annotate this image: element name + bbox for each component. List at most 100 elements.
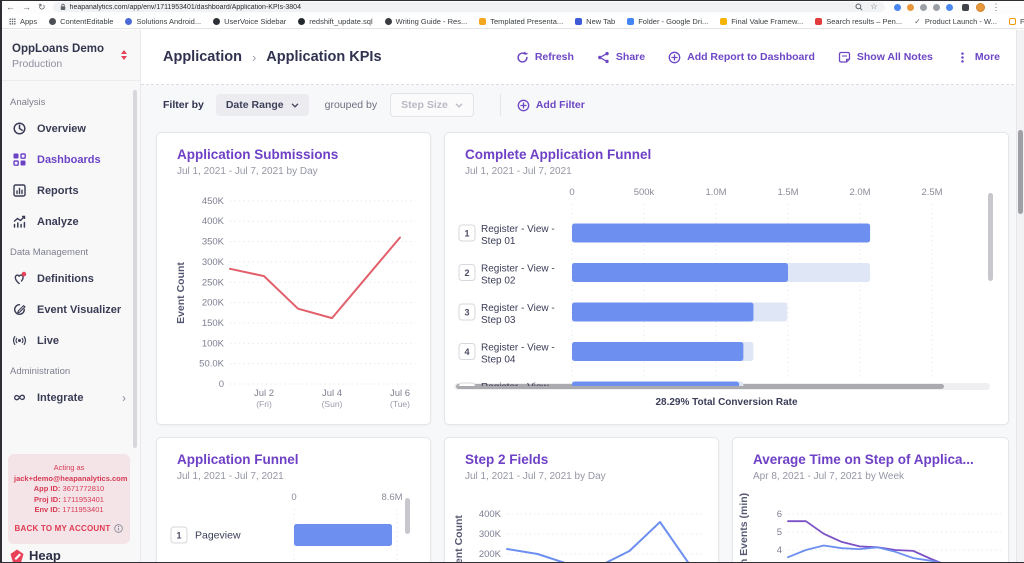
apps-grid-icon [9, 17, 16, 25]
bookmark-contenteditable[interactable]: ContentEditable [49, 17, 113, 26]
page-scrollbar[interactable] [1016, 30, 1024, 563]
zoom-glass-icon[interactable] [855, 3, 863, 11]
add-filter-label: Add Filter [535, 99, 585, 111]
acting-id-row: App ID: 3671772810 [33, 484, 105, 493]
bookmarks-bar: Apps ContentEditable Solutions Android...… [0, 14, 1024, 29]
add-report-to-dashboard-button[interactable]: Add Report to Dashboard [668, 51, 815, 64]
step-size-value: Step Size [401, 99, 448, 111]
back-to-my-account-link[interactable]: BACK TO MY ACCOUNT [14, 524, 124, 535]
plus-circle-icon [668, 51, 681, 64]
bookmark-label: ContentEditable [60, 16, 114, 26]
svg-text:2.5M: 2.5M [921, 187, 942, 198]
sidebar-item-label: Dashboards [37, 153, 101, 166]
svg-text:250K: 250K [202, 277, 225, 288]
report-subtitle: Jul 1, 2021 - Jul 7, 2021 [177, 471, 284, 482]
sidebar-scrollbar[interactable] [133, 90, 137, 448]
bookmark-new-tab[interactable]: New Tab [575, 17, 615, 26]
favicon [125, 17, 133, 25]
heap-logo[interactable]: Heap [10, 548, 61, 563]
bookmark-label: Writing Guide - Res... [395, 16, 468, 26]
refresh-button[interactable]: Refresh [516, 51, 574, 64]
report-title-link[interactable]: Application Submissions [177, 147, 430, 162]
bookmark-star-icon[interactable]: ☆ [870, 2, 877, 12]
bookmark-label: Folder - Google Dri... [638, 16, 709, 26]
svg-text:100K: 100K [202, 338, 225, 349]
bookmark-uservoice-sidebar[interactable]: UserVoice Sidebar [213, 17, 286, 26]
bookmark-templated-presenta[interactable]: Templated Presenta... [479, 17, 563, 26]
svg-text:Jul 4: Jul 4 [322, 388, 342, 399]
more-button[interactable]: More [956, 51, 1000, 64]
bookmark-redshift-update-sql[interactable]: redshift_update.sql [298, 17, 373, 26]
sidebar-item-definitions[interactable]: Definitions [0, 263, 140, 294]
extension-orange-icon[interactable] [906, 3, 914, 11]
acting-as-title: Acting as [53, 463, 85, 472]
svg-text:Register - View -: Register - View - [481, 382, 555, 393]
apps-shortcut[interactable]: Apps [9, 17, 37, 26]
show-all-notes-button[interactable]: Show All Notes [838, 51, 933, 64]
sidebar-item-label: Live [37, 334, 60, 347]
sidebar-item-live[interactable]: Live [0, 325, 140, 356]
svg-text:Register - View -: Register - View - [481, 343, 555, 354]
share-button[interactable]: Share [597, 51, 645, 64]
sidebar-item-reports[interactable]: Reports [0, 175, 140, 206]
bookmark-writing-guide-res[interactable]: Writing Guide - Res... [384, 16, 468, 26]
bookmark-label: Product Launch - W... [924, 16, 997, 26]
sidebar-item-dashboards[interactable]: Dashboards [0, 144, 140, 175]
bookmark-product-launch-w[interactable]: ✓ Product Launch - W... [914, 17, 997, 26]
page-title: Application KPIs [266, 49, 382, 65]
report-title-link[interactable]: Average Time on Step of Applica... [753, 452, 1008, 467]
extension-gray-icon[interactable] [919, 3, 927, 11]
breadcrumb-parent[interactable]: Application [163, 49, 242, 65]
sidebar-nav: Analysis Overview Dashboards Reports Analyze… [0, 81, 140, 413]
svg-text:0: 0 [291, 492, 296, 503]
action-label: Share [615, 51, 646, 63]
report-title-link[interactable]: Complete Application Funnel [465, 147, 1008, 162]
bookmark-folder-google-dri[interactable]: Folder - Google Dri... [627, 17, 708, 26]
sidebar-item-analyze[interactable]: Analyze [0, 206, 140, 237]
report-title-link[interactable]: Application Funnel [177, 452, 430, 467]
bookmark-search-results-pen[interactable]: Search results – Pen... [815, 17, 902, 26]
refresh-icon [516, 51, 529, 64]
svg-text:1: 1 [176, 531, 181, 541]
profile-avatar[interactable] [975, 2, 985, 12]
favicon [720, 17, 728, 25]
extension-blue2-icon[interactable] [945, 3, 953, 11]
date-range-dropdown[interactable]: Date Range [215, 94, 309, 116]
sidebar-item-event-visualizer[interactable]: Event Visualizer [0, 294, 140, 325]
back-icon[interactable]: ← [6, 0, 15, 14]
report-title-link[interactable]: Step 2 Fields [465, 452, 718, 467]
kebab-icon [956, 51, 969, 64]
url-bar[interactable]: heapanalytics.com/app/env/1711953401/das… [52, 2, 885, 12]
svg-text:300K: 300K [479, 529, 502, 540]
svg-text:Time Between Events (min): Time Between Events (min) [738, 493, 750, 563]
svg-text:2.0M: 2.0M [849, 187, 870, 198]
step-size-dropdown[interactable]: Step Size [390, 93, 474, 117]
forward-icon[interactable]: → [22, 0, 31, 14]
svg-text:400K: 400K [202, 216, 225, 227]
browser-toolbar: ← → ↻ heapanalytics.com/app/env/17119534… [0, 0, 1024, 14]
sidebar-item-integrate[interactable]: Integrate › [0, 382, 140, 413]
svg-text:5: 5 [777, 527, 782, 538]
report-subtitle: Jul 1, 2021 - Jul 7, 2021 [465, 166, 572, 177]
card-application-funnel: Application Funnel Jul 1, 2021 - Jul 7, … [156, 437, 431, 563]
svg-text:2: 2 [464, 268, 469, 278]
extension-blue-icon[interactable] [893, 3, 901, 11]
filter-divider [499, 94, 501, 116]
environment-switcher[interactable]: OppLoans Demo Production [0, 30, 140, 81]
sidebar-item-overview[interactable]: Overview [0, 113, 140, 144]
sidebar-section-data-management: Data Management [10, 247, 89, 258]
bookmark-solutions-android[interactable]: Solutions Android... [125, 17, 201, 26]
svg-text:Jul 6: Jul 6 [390, 388, 410, 399]
extension-clock-icon[interactable] [932, 3, 940, 11]
bookmark-fy2022-roadmap-re[interactable]: FY2022 roadmap re... [1008, 17, 1024, 26]
chrome-menu-icon[interactable]: ⋮ [992, 0, 1001, 14]
env-switcher-carets-icon[interactable] [121, 50, 127, 60]
add-filter-button[interactable]: Add Filter [517, 99, 585, 112]
bookmark-final-value-framew[interactable]: Final Value Framew... [720, 17, 803, 26]
svg-text:Event Count: Event Count [453, 515, 465, 563]
breadcrumb-separator-icon: › [251, 49, 257, 65]
sidebar-item-label: Reports [37, 184, 79, 197]
reload-icon[interactable]: ↻ [38, 0, 46, 14]
acting-as-email: jack+demo@heapanalytics.com [14, 473, 128, 483]
extensions-puzzle-icon[interactable] [961, 3, 969, 11]
